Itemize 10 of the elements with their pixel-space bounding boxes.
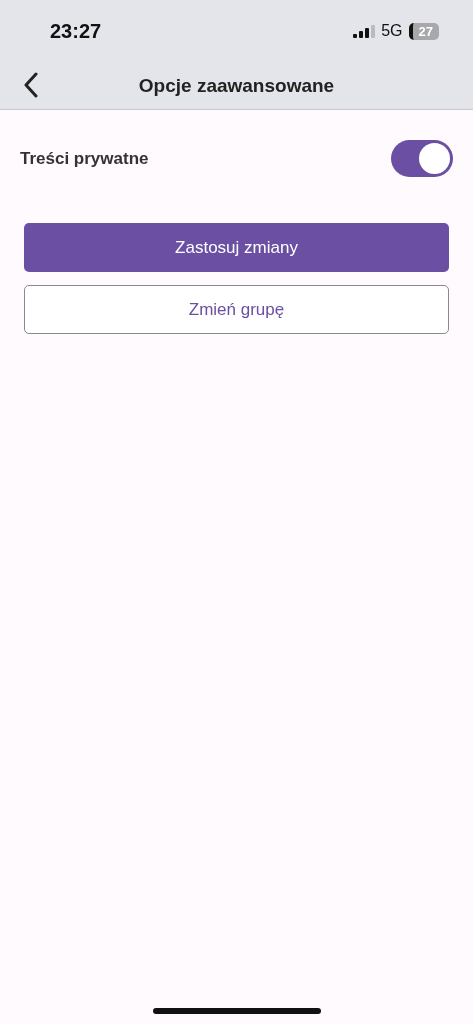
- apply-button[interactable]: Zastosuj zmiany: [24, 223, 449, 272]
- page-title: Opcje zaawansowane: [138, 74, 335, 97]
- signal-icon: [353, 24, 376, 38]
- battery-level: 27: [408, 22, 439, 40]
- back-button[interactable]: [24, 72, 38, 98]
- status-time: 23:27: [50, 19, 102, 43]
- secondary-button[interactable]: Zmień grupę: [24, 285, 449, 334]
- setting-label: Treści prywatne: [20, 148, 149, 169]
- toggle-switch[interactable]: [391, 140, 453, 177]
- network-type: 5G: [381, 22, 403, 40]
